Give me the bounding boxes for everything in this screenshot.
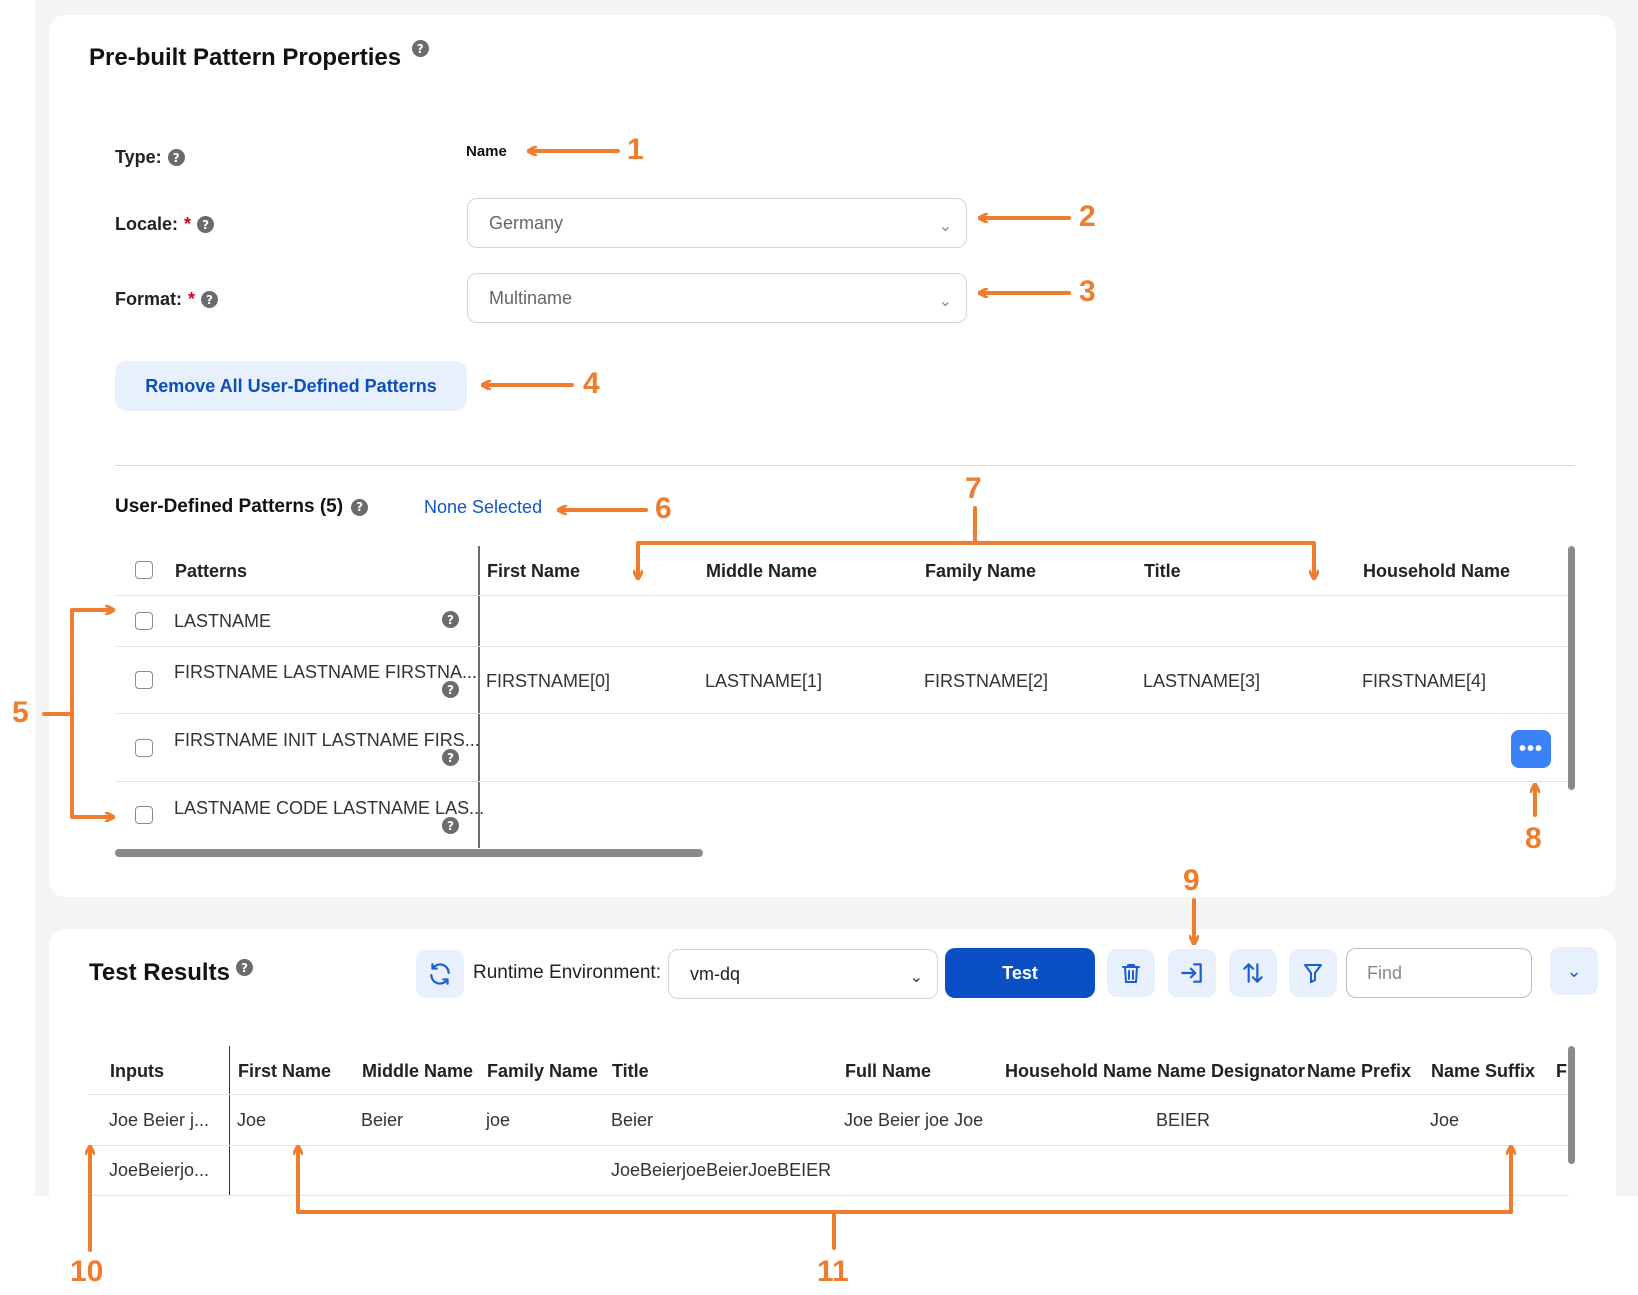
callout-label: 8 xyxy=(1525,822,1542,855)
callout-label: 4 xyxy=(583,367,600,400)
callout-label: 10 xyxy=(70,1255,104,1288)
callout-label: 6 xyxy=(655,492,672,525)
callout-label: 11 xyxy=(817,1255,849,1288)
callout-label: 7 xyxy=(965,472,982,505)
callout-label: 2 xyxy=(1079,200,1096,233)
callout-label: 5 xyxy=(12,696,29,729)
callout-label: 1 xyxy=(627,133,644,166)
annotation-arrows xyxy=(42,0,1638,1252)
callout-label: 9 xyxy=(1183,864,1200,897)
callout-label: 3 xyxy=(1079,275,1096,308)
